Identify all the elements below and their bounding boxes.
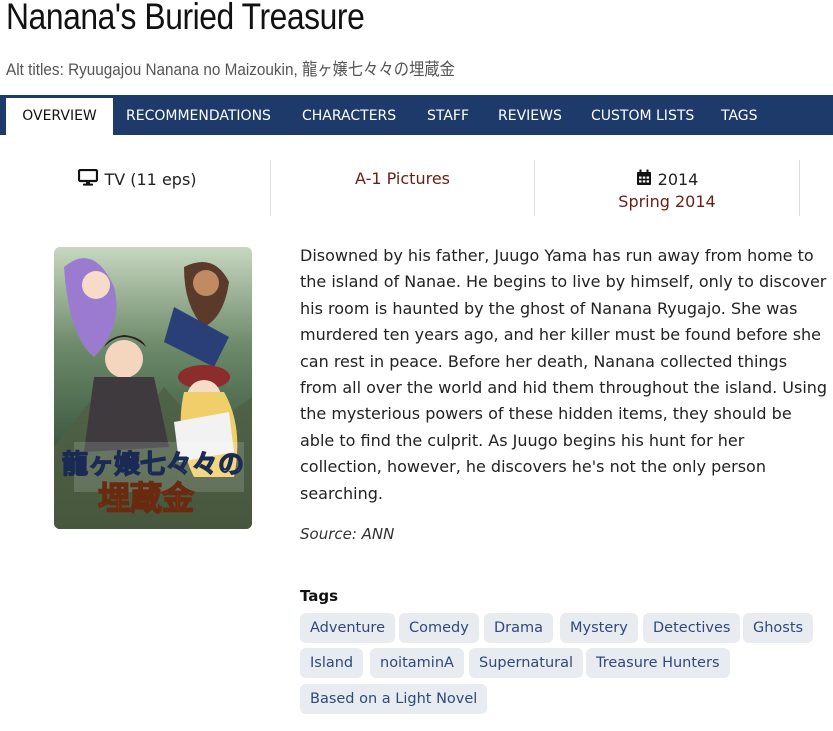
tab-reviews[interactable]: REVIEWS (498, 95, 562, 135)
tab-tags[interactable]: TAGS (721, 95, 758, 135)
info-studio: A-1 Pictures (271, 160, 534, 216)
monitor-icon (78, 168, 99, 190)
year-value: 2014 (657, 170, 699, 189)
tab-characters[interactable]: CHARACTERS (302, 95, 396, 135)
tag-noitamina[interactable]: noitaminA (370, 648, 464, 678)
poster-logo-line1: 龍ヶ嬢七々々の (62, 449, 244, 480)
poster-logo-line2: 埋蔵金 (98, 479, 195, 517)
tags-heading: Tags (300, 587, 339, 605)
synopsis-source: Source: ANN (300, 525, 395, 543)
page-title: Nanana's Buried Treasure (6, 0, 365, 37)
info-divider (799, 160, 800, 216)
tag-island[interactable]: Island (300, 648, 364, 678)
tag-adventure[interactable]: Adventure (300, 613, 395, 643)
tag-supernatural[interactable]: Supernatural (469, 648, 584, 678)
nav-tabs: OVERVIEW RECOMMENDATIONS CHARACTERS STAF… (0, 95, 833, 135)
info-date: 2014 Spring 2014 (535, 160, 799, 216)
tab-recommendations[interactable]: RECOMMENDATIONS (126, 95, 271, 135)
tag-treasure-hunters[interactable]: Treasure Hunters (586, 648, 730, 678)
calendar-icon (636, 169, 652, 190)
tab-overview[interactable]: OVERVIEW (6, 95, 113, 135)
tab-staff[interactable]: STAFF (427, 95, 469, 135)
tag-based-on-a-light-novel[interactable]: Based on a Light Novel (300, 684, 488, 714)
studio-link[interactable]: A-1 Pictures (355, 169, 450, 188)
tag-mystery[interactable]: Mystery (560, 613, 638, 643)
type-value: TV (11 eps) (104, 170, 197, 189)
season-link[interactable]: Spring 2014 (618, 192, 715, 211)
tab-custom-lists[interactable]: CUSTOM LISTS (591, 95, 694, 135)
tag-comedy[interactable]: Comedy (399, 613, 479, 643)
tag-ghosts[interactable]: Ghosts (743, 613, 814, 643)
tag-detectives[interactable]: Detectives (643, 613, 741, 643)
alt-titles: Alt titles: Ryuugajou Nanana no Maizouki… (6, 60, 455, 79)
tag-drama[interactable]: Drama (484, 613, 554, 643)
synopsis-text: Disowned by his father, Juugo Yama has r… (300, 246, 828, 503)
poster-image: 龍ヶ嬢七々々の 埋蔵金 (54, 247, 252, 529)
info-type: TV (11 eps) (5, 160, 270, 216)
